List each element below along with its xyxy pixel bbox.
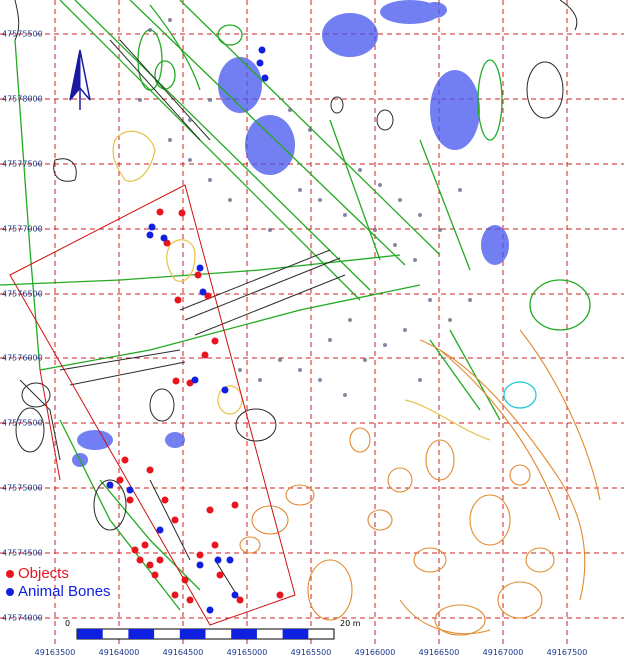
x-tick-label: 49164000 bbox=[98, 648, 140, 657]
object-find-marker bbox=[236, 596, 244, 604]
scale-end-label: 20 m bbox=[340, 619, 361, 628]
object-find-marker bbox=[178, 209, 186, 217]
x-tick-label: 49166000 bbox=[354, 648, 396, 657]
bone-marker-icon bbox=[6, 588, 14, 597]
object-find-marker bbox=[136, 556, 144, 564]
animal-bone-marker bbox=[160, 234, 168, 242]
y-tick-label: 47574000 bbox=[2, 613, 43, 623]
object-find-marker bbox=[131, 546, 139, 554]
legend-bones-label: Animal Bones bbox=[18, 583, 111, 600]
animal-bone-marker bbox=[199, 288, 207, 296]
object-find-marker bbox=[194, 271, 202, 279]
x-tick-label: 49167500 bbox=[546, 648, 588, 657]
legend-bones: Animal Bones bbox=[6, 583, 111, 600]
animal-bone-marker bbox=[258, 46, 266, 54]
object-find-marker bbox=[276, 591, 284, 599]
animal-bone-marker bbox=[261, 74, 269, 82]
orange-features bbox=[239, 329, 601, 636]
object-find-marker bbox=[206, 506, 214, 514]
x-tick-label: 49164500 bbox=[162, 648, 204, 657]
site-plan-map bbox=[0, 0, 624, 645]
x-tick-label: 49165000 bbox=[226, 648, 268, 657]
y-tick-label: 47577000 bbox=[2, 224, 43, 234]
object-find-marker bbox=[171, 591, 179, 599]
animal-bone-marker bbox=[146, 231, 154, 239]
animal-bone-marker bbox=[156, 526, 164, 534]
object-find-marker bbox=[211, 541, 219, 549]
y-tick-label: 47578000 bbox=[2, 94, 43, 104]
object-find-marker bbox=[156, 556, 164, 564]
y-tick-label: 47574500 bbox=[2, 548, 43, 558]
y-tick-label: 47575000 bbox=[2, 483, 43, 493]
x-tick-label: 49163500 bbox=[34, 648, 76, 657]
animal-bone-marker bbox=[126, 486, 134, 494]
animal-bone-marker bbox=[256, 59, 264, 67]
object-find-marker bbox=[172, 377, 180, 385]
object-find-marker bbox=[146, 561, 154, 569]
object-find-marker bbox=[231, 501, 239, 509]
y-tick-label: 47576500 bbox=[2, 289, 43, 299]
object-find-marker bbox=[181, 576, 189, 584]
archaeological-features bbox=[14, 0, 578, 601]
object-find-marker bbox=[161, 496, 169, 504]
coordinate-grid bbox=[0, 0, 624, 645]
survey-frame bbox=[9, 184, 296, 626]
north-arrow-icon bbox=[69, 49, 91, 110]
object-find-marker bbox=[196, 551, 204, 559]
object-find-marker bbox=[116, 476, 124, 484]
animal-bone-marker bbox=[106, 481, 114, 489]
animal-bone-marker bbox=[214, 556, 222, 564]
animal-bone-marker bbox=[231, 591, 239, 599]
animal-bone-marker bbox=[196, 561, 204, 569]
object-find-marker bbox=[171, 516, 179, 524]
animal-bone-marker bbox=[148, 223, 156, 231]
x-tick-label: 49167000 bbox=[482, 648, 524, 657]
y-tick-label: 47576000 bbox=[2, 353, 43, 363]
y-tick-label: 47577500 bbox=[2, 159, 43, 169]
object-find-marker bbox=[141, 541, 149, 549]
object-find-marker bbox=[151, 571, 159, 579]
cyan-feature bbox=[503, 381, 537, 409]
animal-bone-marker bbox=[221, 386, 229, 394]
object-find-marker bbox=[174, 296, 182, 304]
legend-objects: Objects bbox=[6, 565, 69, 582]
animal-bone-marker bbox=[226, 556, 234, 564]
object-marker-icon bbox=[6, 570, 14, 579]
object-find-marker bbox=[156, 208, 164, 216]
legend-objects-label: Objects bbox=[18, 565, 69, 582]
y-tick-label: 47575500 bbox=[2, 418, 43, 428]
object-find-marker bbox=[211, 337, 219, 345]
object-find-marker bbox=[121, 456, 129, 464]
scale-start-label: 0 bbox=[65, 619, 71, 628]
object-find-marker bbox=[186, 596, 194, 604]
animal-bone-marker bbox=[196, 264, 204, 272]
object-find-marker bbox=[126, 496, 134, 504]
x-tick-label: 49165500 bbox=[290, 648, 332, 657]
object-find-marker bbox=[201, 351, 209, 359]
animal-bone-marker bbox=[206, 606, 214, 614]
object-find-marker bbox=[146, 466, 154, 474]
x-tick-label: 49166500 bbox=[418, 648, 460, 657]
scale-bar bbox=[76, 628, 335, 640]
yellow-features bbox=[112, 130, 491, 441]
y-tick-label: 47575500 bbox=[2, 29, 43, 39]
animal-bone-marker bbox=[191, 376, 199, 384]
object-find-marker bbox=[216, 571, 224, 579]
